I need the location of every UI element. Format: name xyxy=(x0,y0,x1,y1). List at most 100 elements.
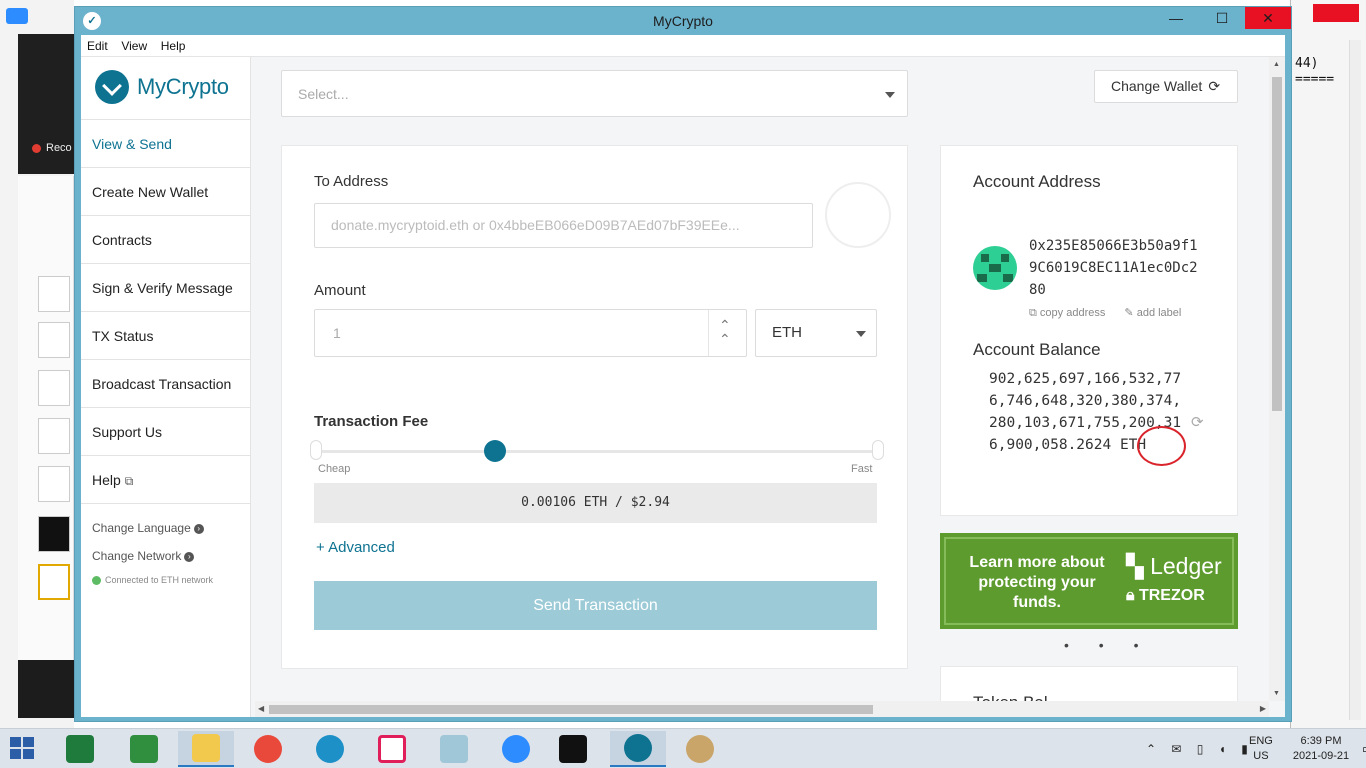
promo-frame: Learn more about protecting your funds. … xyxy=(944,537,1234,625)
fee-value-display: 0.00106 ETH / $2.94 xyxy=(314,483,877,523)
taskbar-edge-icon[interactable] xyxy=(302,731,358,767)
horizontal-scrollbar-thumb[interactable] xyxy=(269,705,873,714)
sidebar-item-help[interactable]: Help ⧉ xyxy=(81,456,251,504)
clock-time: 6:39 PM xyxy=(1300,735,1342,747)
taskbar-slack-icon[interactable] xyxy=(364,731,420,767)
taskbar-finance-icon[interactable] xyxy=(116,731,172,767)
menu-bar: Edit View Help xyxy=(81,35,1285,57)
send-everything-icon[interactable]: ⌃ ⌃ xyxy=(719,318,731,346)
change-wallet-label: Change Wallet xyxy=(1111,78,1203,94)
chevron-down-icon xyxy=(885,92,895,98)
language-code: ENG xyxy=(1249,735,1273,747)
add-label-link[interactable]: ✎ add label xyxy=(1124,307,1189,319)
taskbar-excel-icon[interactable] xyxy=(52,731,108,767)
add-label-text: add label xyxy=(1136,307,1182,319)
sidebar-item-broadcast[interactable]: Broadcast Transaction xyxy=(81,360,251,408)
zoom-window-icon xyxy=(6,8,28,24)
refresh-icon: ⟳ xyxy=(1208,78,1221,94)
network-status-text: Connected to ETH network xyxy=(105,575,214,585)
slide-thumbnail xyxy=(38,516,70,552)
taskbar-chrome-icon[interactable] xyxy=(240,731,296,767)
scroll-down-icon[interactable]: ▼ xyxy=(1273,690,1280,697)
vertical-scrollbar-thumb[interactable] xyxy=(1272,77,1282,411)
account-identicon xyxy=(973,246,1017,290)
clock[interactable]: 6:39 PM 2021-09-21 xyxy=(1286,734,1356,764)
taskbar-paint-icon[interactable] xyxy=(672,731,728,767)
to-address-input[interactable]: donate.mycryptoid.eth or 0x4bbeEB066eD09… xyxy=(314,203,813,248)
mycrypto-logo[interactable]: MyCrypto xyxy=(95,67,229,107)
minimize-button[interactable]: — xyxy=(1153,7,1199,29)
hardware-wallet-promo[interactable]: Learn more about protecting your funds. … xyxy=(940,533,1238,629)
clock-date: 2021-09-21 xyxy=(1292,750,1350,762)
vertical-scrollbar[interactable]: ▲ ▼ xyxy=(1269,57,1285,701)
carousel-dots[interactable]: • • • xyxy=(1064,637,1151,653)
notifications-icon[interactable]: ▭ xyxy=(1362,741,1366,757)
tray-icons[interactable]: ⌃ ✉ ▯ ◖ ▮ xyxy=(1146,742,1254,756)
scroll-up-icon[interactable]: ▲ xyxy=(1273,61,1280,68)
sidebar-item-help-label: Help xyxy=(92,472,121,488)
amount-label: Amount xyxy=(314,282,366,299)
address-identicon-placeholder xyxy=(825,182,891,248)
scroll-right-icon[interactable]: ▶ xyxy=(1260,704,1266,713)
amount-input[interactable]: 1 ⌃ ⌃ xyxy=(314,309,747,357)
status-dot-icon xyxy=(92,576,101,586)
windows-taskbar: ⌃ ✉ ▯ ◖ ▮ ENG US 6:39 PM 2021-09-21 ▭ xyxy=(0,728,1366,768)
sidebar-item-create-wallet[interactable]: Create New Wallet xyxy=(81,168,251,216)
change-language-label: Change Language xyxy=(92,521,191,535)
menu-edit[interactable]: Edit xyxy=(81,35,112,53)
menu-view[interactable]: View xyxy=(115,35,151,53)
change-language-link[interactable]: Change Language › xyxy=(92,521,204,535)
change-wallet-button[interactable]: Change Wallet ⟳ xyxy=(1094,70,1238,103)
input-language[interactable]: ENG US xyxy=(1249,734,1273,764)
arrow-right-circle-icon: › xyxy=(184,551,195,562)
sidebar-nav: View & Send Create New Wallet Contracts … xyxy=(81,119,251,504)
menu-help[interactable]: Help xyxy=(155,35,190,53)
change-network-link[interactable]: Change Network › xyxy=(92,549,195,563)
fee-cheap-label: Cheap xyxy=(318,463,351,475)
unit-select-dropdown[interactable]: ETH xyxy=(755,309,877,357)
taskbar-notes-icon[interactable] xyxy=(426,731,482,767)
wallet-select-dropdown[interactable]: Select... xyxy=(281,70,908,117)
sidebar-item-tx-status[interactable]: TX Status xyxy=(81,312,251,360)
start-button[interactable] xyxy=(10,737,36,761)
taskbar-terminal-icon[interactable] xyxy=(545,731,601,767)
slide-thumbnail xyxy=(38,370,70,406)
ledger-label: Ledger xyxy=(1150,553,1222,579)
red-annotation-circle xyxy=(1137,426,1186,466)
terminal-text: 44) ===== xyxy=(1295,56,1335,87)
amount-divider xyxy=(708,310,709,356)
account-address-actions: ⧉ copy address ✎ add label xyxy=(1029,306,1197,320)
fee-slider-track[interactable] xyxy=(316,450,879,453)
ledger-logo: ▚ Ledger xyxy=(1126,553,1222,579)
terminal-close-button xyxy=(1313,4,1359,22)
scroll-left-icon[interactable]: ◀ xyxy=(258,704,264,713)
taskbar-zoom-icon[interactable] xyxy=(488,731,544,767)
taskbar-file-explorer-icon[interactable] xyxy=(178,731,234,767)
background-desktop-left: Reco xyxy=(0,0,74,728)
change-network-label: Change Network xyxy=(92,549,182,563)
copy-address-link[interactable]: ⧉ copy address xyxy=(1029,307,1113,319)
sidebar-item-sign-verify[interactable]: Sign & Verify Message xyxy=(81,264,251,312)
recording-indicator: Reco xyxy=(32,142,72,154)
title-bar[interactable]: ✓ MyCrypto — ☐ ✕ xyxy=(75,7,1291,35)
maximize-button[interactable]: ☐ xyxy=(1199,7,1245,29)
wallet-select-placeholder: Select... xyxy=(298,86,349,102)
app-content: MyCrypto View & Send Create New Wallet C… xyxy=(81,57,1285,717)
sidebar-item-contracts[interactable]: Contracts xyxy=(81,216,251,264)
sidebar-item-support[interactable]: Support Us xyxy=(81,408,251,456)
horizontal-scrollbar[interactable]: ◀ ▶ xyxy=(255,701,1269,717)
taskbar-mycrypto-icon[interactable] xyxy=(610,731,666,767)
advanced-link[interactable]: + Advanced xyxy=(316,539,395,556)
promo-text: Learn more about protecting your funds. xyxy=(969,554,1105,611)
fee-slider-min xyxy=(310,440,322,460)
send-transaction-button[interactable]: Send Transaction xyxy=(314,581,877,630)
trezor-logo: 🔒︎ TREZOR xyxy=(1126,587,1205,604)
logo-text: MyCrypto xyxy=(137,74,229,99)
refresh-balance-icon[interactable]: ⟳ xyxy=(1191,413,1204,431)
sidebar-item-view-send[interactable]: View & Send xyxy=(81,120,251,168)
unit-value: ETH xyxy=(772,324,802,341)
close-button[interactable]: ✕ xyxy=(1245,7,1291,29)
fee-slider-handle[interactable] xyxy=(484,440,506,462)
copy-address-label: copy address xyxy=(1039,307,1106,319)
transaction-fee-label: Transaction Fee xyxy=(314,413,429,430)
